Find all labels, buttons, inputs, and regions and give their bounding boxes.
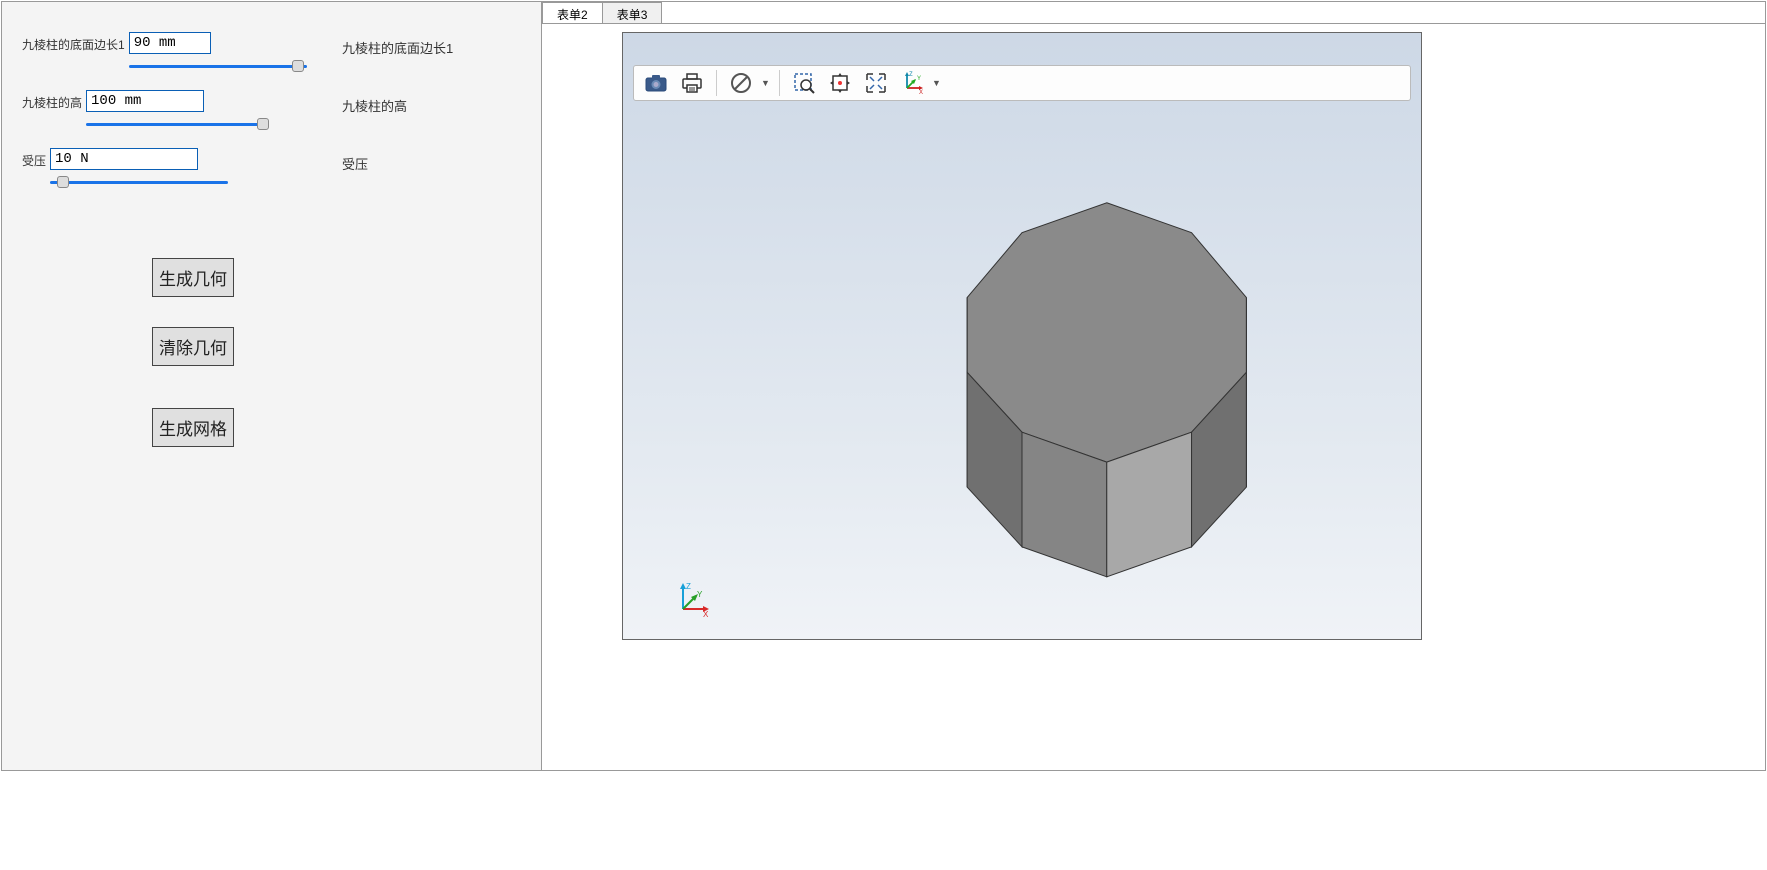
viewport-toolbar: ▼ ZY X ▼ <box>633 65 1411 101</box>
pressure-slider-thumb[interactable] <box>57 176 69 188</box>
geometry-3d-canvas[interactable] <box>623 103 1421 642</box>
tab-bar: 表单2 表单3 <box>542 2 1765 24</box>
pressure-input[interactable] <box>50 148 198 170</box>
clear-geometry-button[interactable]: 清除几何 <box>152 327 234 366</box>
param-row-edge: 九棱柱的底面边长1 九棱柱的底面边长1 <box>22 32 521 82</box>
param-row-pressure: 受压 受压 <box>22 148 521 198</box>
height-slider-thumb[interactable] <box>257 118 269 130</box>
svg-text:Y: Y <box>697 590 703 599</box>
height-input[interactable] <box>86 90 204 112</box>
nosign-icon[interactable] <box>725 68 757 98</box>
pressure-slider[interactable] <box>50 176 228 190</box>
param-row-height: 九棱柱的高 九棱柱的高 <box>22 90 521 140</box>
dropdown-arrow-icon[interactable]: ▼ <box>761 78 771 88</box>
pan-icon[interactable] <box>824 68 856 98</box>
left-parameter-panel: 九棱柱的底面边长1 九棱柱的底面边长1 九棱柱的高 九棱柱的高 <box>2 2 542 770</box>
edge-slider[interactable] <box>129 60 307 74</box>
zoom-window-icon[interactable] <box>788 68 820 98</box>
height-label-left: 九棱柱的高 <box>22 90 82 111</box>
height-slider[interactable] <box>86 118 264 132</box>
axes-icon[interactable]: ZY X <box>896 68 928 98</box>
tab-form2[interactable]: 表单2 <box>542 2 603 23</box>
pressure-label-right: 受压 <box>342 154 368 173</box>
generate-mesh-button[interactable]: 生成网格 <box>152 408 234 447</box>
pressure-label-left: 受压 <box>22 148 46 169</box>
svg-text:Z: Z <box>686 582 691 591</box>
print-icon[interactable] <box>676 68 708 98</box>
edge-label-left: 九棱柱的底面边长1 <box>22 32 125 53</box>
height-label-right: 九棱柱的高 <box>342 96 407 115</box>
svg-text:Y: Y <box>917 76 921 82</box>
generate-geometry-button[interactable]: 生成几何 <box>152 258 234 297</box>
edge-input[interactable] <box>129 32 211 54</box>
tab-form3[interactable]: 表单3 <box>602 2 663 23</box>
edge-slider-thumb[interactable] <box>292 60 304 72</box>
right-viewport-panel: 表单2 表单3 ▼ <box>542 2 1765 770</box>
camera-icon[interactable] <box>640 68 672 98</box>
svg-text:X: X <box>919 90 923 96</box>
edge-label-right: 九棱柱的底面边长1 <box>342 38 453 57</box>
dropdown-arrow-icon-2[interactable]: ▼ <box>932 78 942 88</box>
svg-text:Z: Z <box>909 72 913 78</box>
viewport-3d[interactable]: ▼ ZYX ▼ <box>622 32 1422 640</box>
svg-text:X: X <box>703 610 709 619</box>
fit-icon[interactable] <box>860 68 892 98</box>
axis-indicator: Z X Y <box>673 579 713 619</box>
